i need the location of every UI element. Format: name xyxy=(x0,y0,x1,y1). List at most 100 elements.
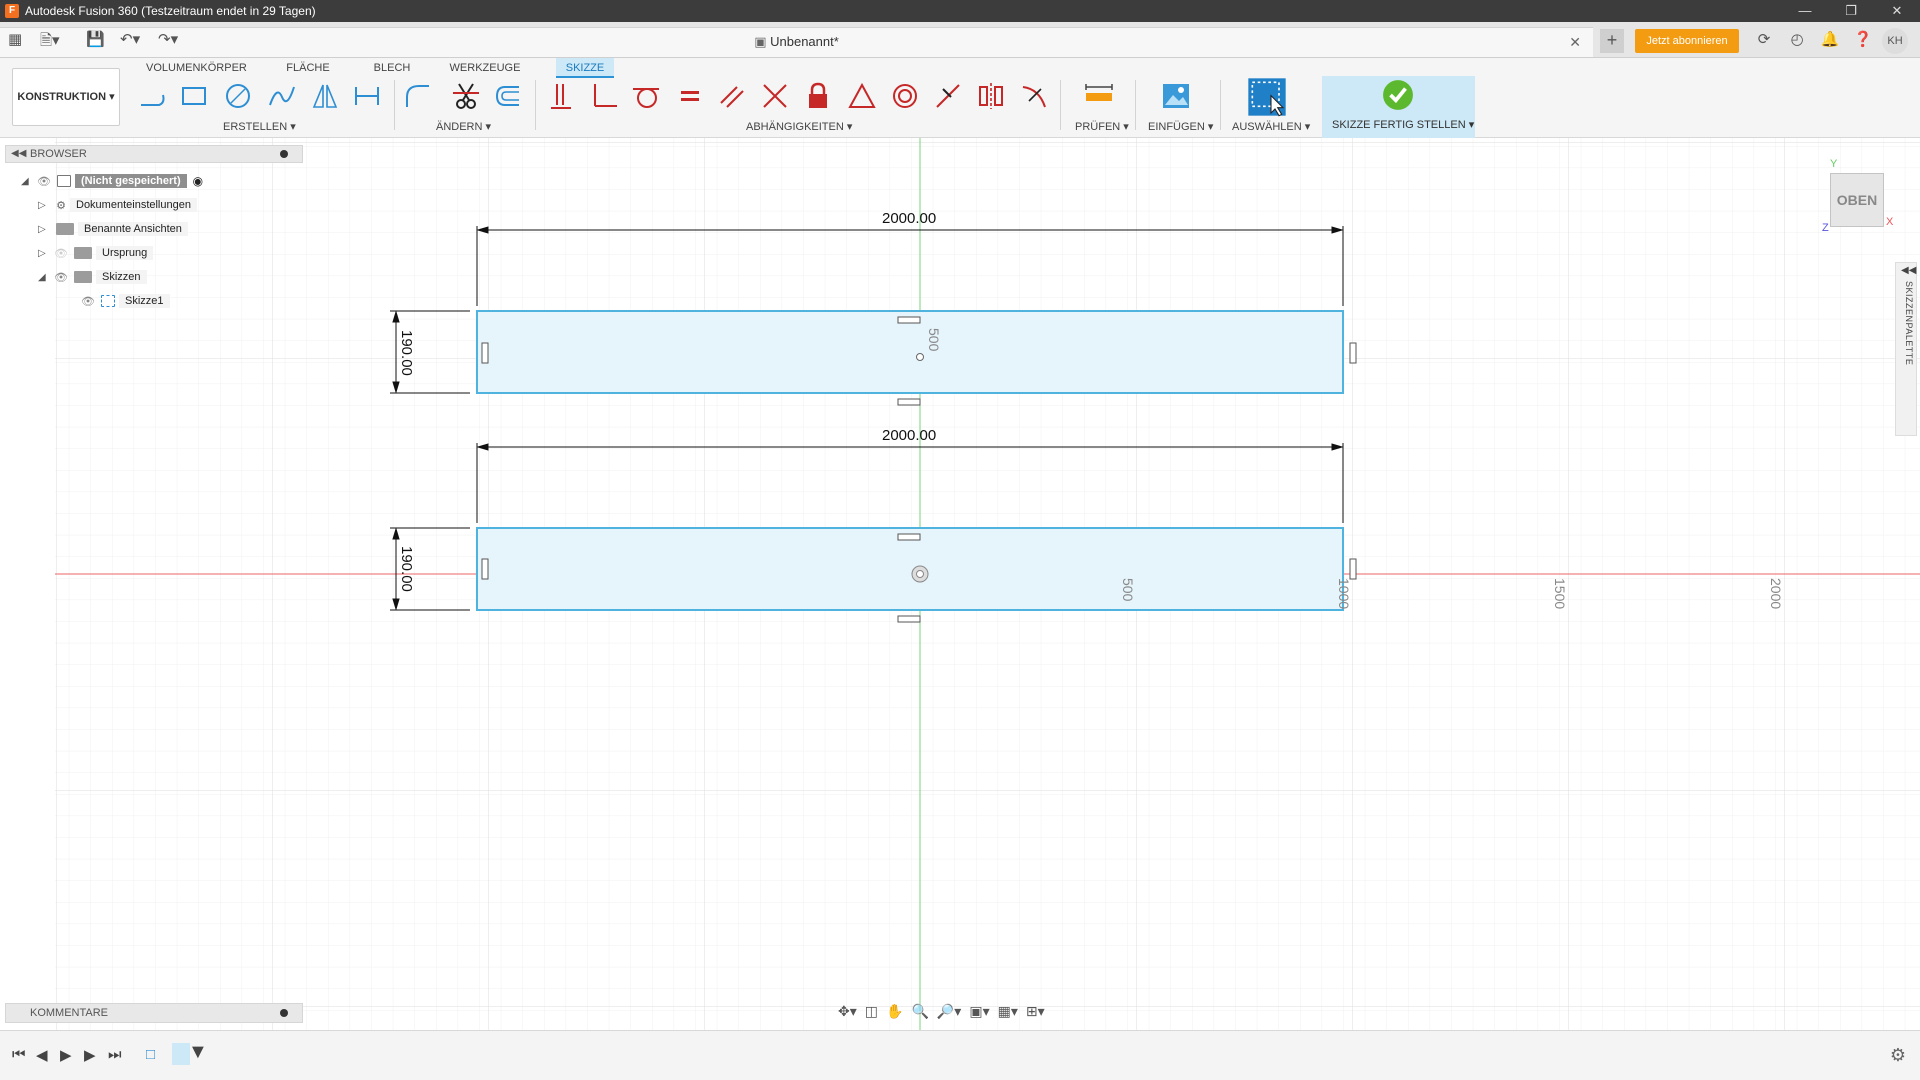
pin-icon[interactable] xyxy=(280,150,288,158)
tab-skizze[interactable]: SKIZZE xyxy=(556,58,614,78)
dimension-text-top-height[interactable]: 190.00 xyxy=(398,330,415,376)
tree-item-skizzen[interactable]: ◢ 👁 Skizzen xyxy=(38,268,147,286)
dimension-text-bottom-height[interactable]: 190.00 xyxy=(398,546,415,592)
comments-panel[interactable]: KOMMENTARE xyxy=(5,1003,303,1023)
subscribe-button[interactable]: Jetzt abonnieren xyxy=(1635,29,1739,53)
triangle-constraint-icon[interactable] xyxy=(846,78,878,114)
timeline-marker-icon[interactable]: ▼ xyxy=(188,1041,208,1064)
rectangle-tool-icon[interactable] xyxy=(178,78,210,114)
extensions-icon[interactable]: ⟳ xyxy=(1750,28,1778,52)
save-icon[interactable]: 💾 xyxy=(86,30,105,48)
group-auswaehlen[interactable]: AUSWÄHLEN ▾ xyxy=(1232,120,1310,133)
close-tab-icon[interactable]: ✕ xyxy=(1569,28,1581,56)
expand-arrow-icon[interactable]: ▷ xyxy=(38,224,52,235)
go-to-end-icon[interactable]: ⏭ xyxy=(108,1046,122,1063)
undo-icon[interactable]: ↶▾ xyxy=(120,30,140,48)
timeline-sketch-feature-icon[interactable]: □ xyxy=(146,1046,155,1063)
midpoint-constraint-icon[interactable] xyxy=(932,78,964,114)
concentric-constraint-icon[interactable] xyxy=(889,78,921,114)
equal-constraint-icon[interactable] xyxy=(674,78,706,114)
group-einfuegen[interactable]: EINFÜGEN ▾ xyxy=(1148,120,1213,133)
tab-werkzeuge[interactable]: WERKZEUGE xyxy=(448,58,522,78)
browser-header[interactable]: ◀◀ BROWSER xyxy=(5,145,303,163)
job-status-icon[interactable]: ◴ xyxy=(1783,28,1811,52)
group-aendern[interactable]: ÄNDERN ▾ xyxy=(436,120,491,133)
help-icon[interactable]: ❓ xyxy=(1849,28,1877,52)
tab-blech[interactable]: BLECH xyxy=(370,58,414,78)
offset-tool-icon[interactable] xyxy=(492,78,524,114)
play-icon[interactable]: ▶ xyxy=(60,1046,72,1064)
new-tab-plus-icon[interactable]: + xyxy=(1600,29,1624,53)
mirror-tool-icon[interactable] xyxy=(309,78,341,114)
expand-arrow-icon[interactable]: ▷ xyxy=(38,200,52,211)
view-cube[interactable]: OBEN xyxy=(1830,173,1884,227)
parallel-constraint-icon[interactable] xyxy=(716,78,748,114)
grid-settings-icon[interactable]: ▦▾ xyxy=(998,1003,1018,1020)
activate-radio-icon[interactable]: ◉ xyxy=(193,174,203,188)
step-forward-icon[interactable]: ▶ xyxy=(84,1046,96,1064)
symmetry-constraint-icon[interactable] xyxy=(975,78,1007,114)
hidden-eye-icon[interactable]: 👁 xyxy=(52,247,70,260)
zoom-icon[interactable]: 🔍 xyxy=(911,1003,928,1020)
visibility-eye-icon[interactable]: 👁 xyxy=(79,295,97,308)
line-tool-icon[interactable] xyxy=(136,78,168,114)
finish-sketch-button[interactable]: SKIZZE FERTIG STELLEN ▾ xyxy=(1322,76,1475,138)
display-settings-icon[interactable]: ▣▾ xyxy=(969,1003,989,1020)
go-to-start-icon[interactable]: ⏮ xyxy=(12,1046,26,1063)
tree-item-root[interactable]: ◢ 👁 (Nicht gespeichert) ◉ xyxy=(21,172,203,190)
app-grid-icon[interactable]: ▦ xyxy=(8,30,22,48)
file-menu-icon[interactable]: 🗎▾ xyxy=(40,30,60,55)
group-abhaengigkeiten[interactable]: ABHÄNGIGKEITEN ▾ xyxy=(746,120,852,133)
tree-item-benannte-ansichten[interactable]: ▷ Benannte Ansichten xyxy=(38,220,188,238)
look-at-icon[interactable]: ◫ xyxy=(865,1003,878,1020)
collapse-icon[interactable]: ◀◀ xyxy=(11,146,26,162)
avatar[interactable]: KH xyxy=(1882,28,1908,54)
pan-hand-icon[interactable]: ✋ xyxy=(886,1003,903,1020)
fit-window-icon[interactable]: 🔎▾ xyxy=(937,1003,961,1020)
document-tab[interactable]: ▣ Unbenannt* ✕ xyxy=(0,27,1593,57)
minimize-icon[interactable]: — xyxy=(1782,0,1828,22)
fillet-tool-icon[interactable] xyxy=(402,78,434,114)
notifications-bell-icon[interactable]: 🔔 xyxy=(1816,28,1844,52)
workspace-switcher[interactable]: KONSTRUKTION ▾ xyxy=(12,68,120,126)
dimension-tool-icon[interactable] xyxy=(351,78,383,114)
viewports-icon[interactable]: ⊞▾ xyxy=(1026,1003,1045,1020)
measure-tool-icon[interactable] xyxy=(1083,78,1115,114)
window-controls: — ❐ ✕ xyxy=(1782,0,1920,22)
dimension-text-top-width[interactable]: 2000.00 xyxy=(882,210,936,227)
trim-scissors-icon[interactable] xyxy=(450,78,482,114)
close-window-icon[interactable]: ✕ xyxy=(1874,0,1920,22)
expand-palette-icon[interactable]: ◀◀ xyxy=(1901,265,1916,276)
redo-icon[interactable]: ↷▾ xyxy=(158,30,178,48)
fix-constraint-icon[interactable] xyxy=(546,78,578,114)
perpendicular-constraint-icon[interactable] xyxy=(588,78,620,114)
document-name: Unbenannt* xyxy=(770,34,839,49)
visibility-eye-icon[interactable]: 👁 xyxy=(35,175,53,188)
tree-item-skizze1[interactable]: 👁 Skizze1 xyxy=(79,292,170,310)
coincident-constraint-icon[interactable] xyxy=(759,78,791,114)
tangent-constraint-icon[interactable] xyxy=(630,78,662,114)
tab-volumenkoerper[interactable]: VOLUMENKÖRPER xyxy=(146,58,247,78)
expand-arrow-icon[interactable]: ◢ xyxy=(38,272,52,283)
tree-item-dokumenteinstellungen[interactable]: ▷ ⚙ Dokumenteinstellungen xyxy=(38,196,197,214)
group-erstellen[interactable]: ERSTELLEN ▾ xyxy=(223,120,296,133)
expand-arrow-icon[interactable]: ◢ xyxy=(21,176,35,187)
orbit-icon[interactable]: ✥▾ xyxy=(838,1003,857,1020)
group-pruefen[interactable]: PRÜFEN ▾ xyxy=(1075,120,1129,133)
curvature-constraint-icon[interactable] xyxy=(1018,78,1050,114)
circle-tool-icon[interactable] xyxy=(222,78,254,114)
tree-item-ursprung[interactable]: ▷ 👁 Ursprung xyxy=(38,244,154,262)
dimension-text-bottom-width[interactable]: 2000.00 xyxy=(882,427,936,444)
expand-arrow-icon[interactable]: ▷ xyxy=(38,248,52,259)
lock-constraint-icon[interactable] xyxy=(802,78,834,114)
timeline-settings-gear-icon[interactable]: ⚙ xyxy=(1890,1045,1906,1066)
visibility-eye-icon[interactable]: 👁 xyxy=(52,271,70,284)
select-tool-icon[interactable] xyxy=(1246,76,1288,118)
sketch-palette-tab[interactable]: ◀◀ SKIZZENPALETTE xyxy=(1895,262,1917,436)
add-comment-icon[interactable] xyxy=(280,1009,288,1017)
restore-icon[interactable]: ❐ xyxy=(1828,0,1874,22)
spline-tool-icon[interactable] xyxy=(266,78,298,114)
tab-flaeche[interactable]: FLÄCHE xyxy=(282,58,334,78)
insert-image-icon[interactable] xyxy=(1160,78,1192,114)
step-back-icon[interactable]: ◀ xyxy=(36,1046,48,1064)
